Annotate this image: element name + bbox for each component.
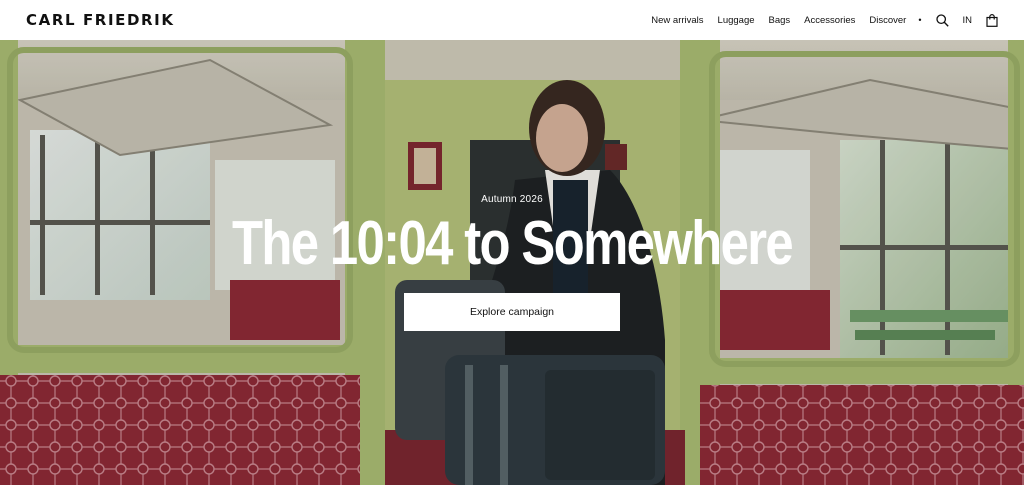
hero-headline: The 10:04 to Somewhere [231,209,794,278]
hero-overlay: Autumn 2026 The 10:04 to Somewhere Explo… [0,40,1024,485]
explore-campaign-button[interactable]: Explore campaign [404,293,620,331]
hero-campaign: Autumn 2026 The 10:04 to Somewhere Explo… [0,40,1024,485]
brand-logo[interactable]: CARL FRIEDRIK [26,11,175,29]
nav-separator: • [918,15,922,25]
nav-item-luggage[interactable]: Luggage [718,15,755,26]
nav-item-new-arrivals[interactable]: New arrivals [651,15,703,26]
nav-item-discover[interactable]: Discover [869,15,906,26]
nav-item-accessories[interactable]: Accessories [804,15,855,26]
shopping-bag-icon[interactable] [986,13,998,27]
search-icon[interactable] [935,13,949,27]
language-selector[interactable]: IN [963,15,973,26]
main-nav: New arrivals Luggage Bags Accessories Di… [651,0,998,40]
nav-item-bags[interactable]: Bags [769,15,791,26]
site-header: CARL FRIEDRIK New arrivals Luggage Bags … [0,0,1024,40]
hero-eyebrow: Autumn 2026 [481,194,543,205]
